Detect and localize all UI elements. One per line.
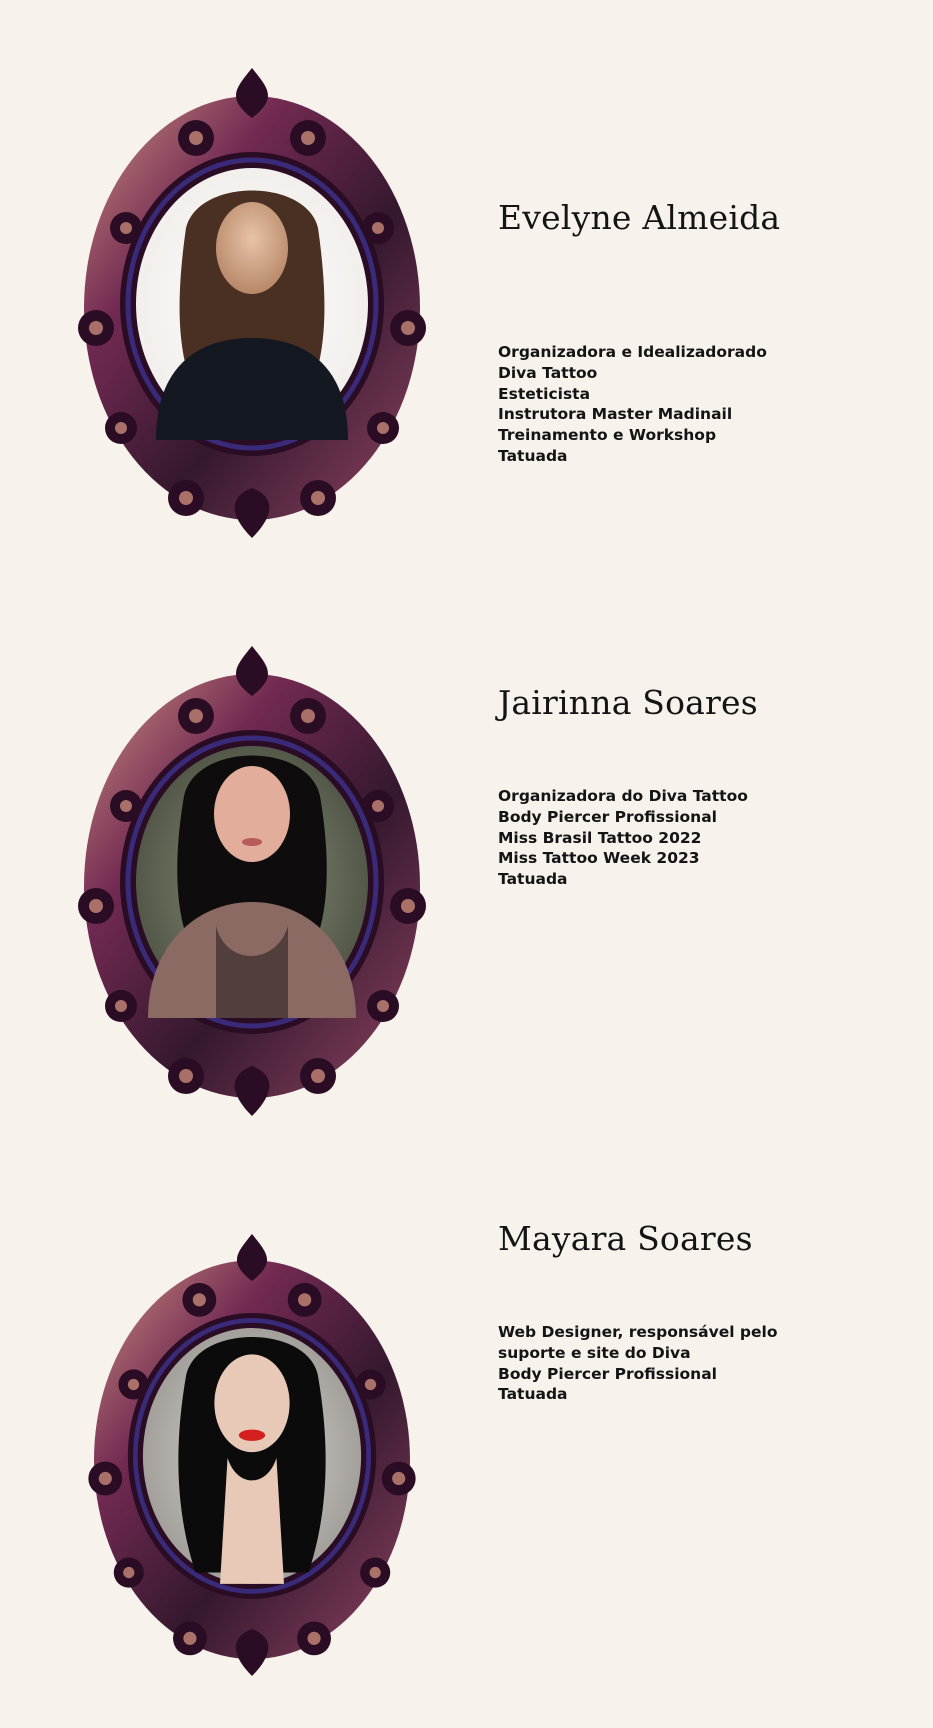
portrait-photo-mayara [178,1336,326,1584]
description-line: Instrutora Master Madinail [498,405,733,424]
ornate-frame-icon [76,646,428,1116]
description-line: Tatuada [498,870,568,889]
profile-description-list: Organizadora e Idealizadorado Diva Tatto… [498,342,798,467]
description-line: Body Piercer Profissional [498,1364,717,1383]
ornate-frame-icon [86,1234,418,1676]
description-line: Organizadora do Diva Tattoo [498,787,748,805]
description-line: Organizadora e Idealizadorado Diva Tatto… [498,343,767,382]
profile-name: Evelyne Almeida [498,198,781,237]
description-line: Body Piercer Profissional [498,807,717,826]
description-line: Treinamento e Workshop [498,426,717,445]
profile-description-list: Organizadora do Diva Tattoo Body Piercer… [498,786,798,890]
profile-description-list: Web Designer, responsável pelo suporte e… [498,1322,798,1405]
description-line: Miss Tattoo Week 2023 [498,849,700,868]
profile-name: Mayara Soares [498,1219,753,1258]
description-line: Web Designer, responsável pelo suporte e… [498,1323,778,1362]
ornate-frame-icon [76,68,428,538]
description-line: Tatuada [498,1385,568,1404]
description-line: Esteticista [498,384,591,403]
profile-name: Jairinna Soares [498,683,758,722]
description-line: Miss Brasil Tattoo 2022 [498,828,702,847]
description-line: Tatuada [498,446,568,465]
